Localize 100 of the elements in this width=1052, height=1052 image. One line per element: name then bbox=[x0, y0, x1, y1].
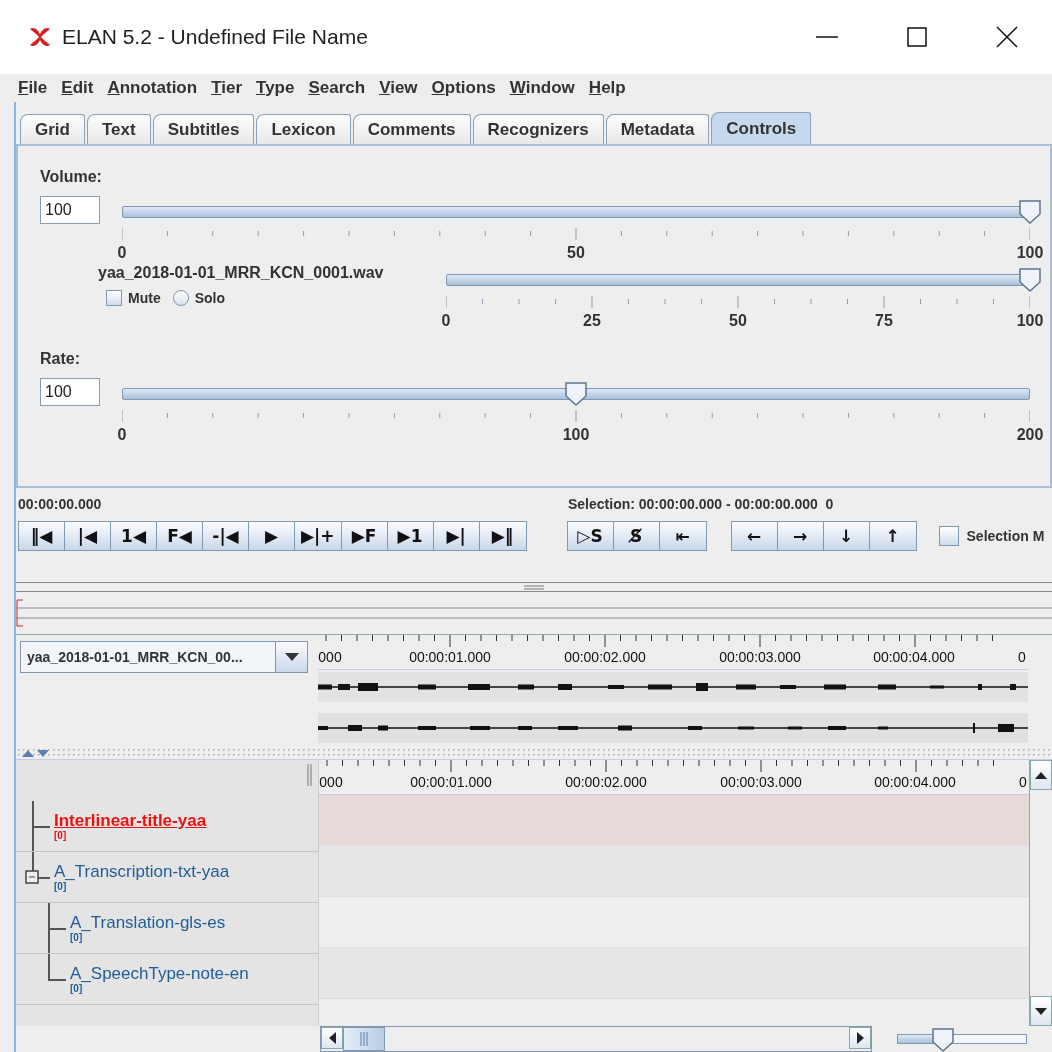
time-label: 0 bbox=[1019, 774, 1027, 790]
menu-item[interactable]: Edit bbox=[61, 78, 94, 98]
rate-field[interactable]: 100 bbox=[40, 378, 100, 406]
transport-button[interactable]: ▶ bbox=[249, 522, 295, 550]
transport-button[interactable]: ▶|+ bbox=[295, 522, 342, 550]
selection-button[interactable]: S̸ bbox=[613, 522, 660, 550]
transport-button[interactable]: -|◀ bbox=[203, 522, 249, 550]
scroll-thumb[interactable] bbox=[343, 1027, 385, 1051]
tier-name[interactable]: A_Translation-gls-es bbox=[70, 913, 226, 932]
selection-button[interactable]: ⇤ bbox=[659, 522, 706, 550]
menu-item[interactable]: File bbox=[18, 78, 48, 98]
scroll-left-button[interactable] bbox=[321, 1027, 343, 1049]
track-name: yaa_2018-01-01_MRR_KCN_0001.wav bbox=[98, 264, 385, 282]
solo-label: Solo bbox=[194, 290, 225, 306]
slider-thumb[interactable] bbox=[564, 381, 588, 407]
right-triangle-icon[interactable] bbox=[856, 1032, 864, 1044]
tick-label: 0 bbox=[117, 426, 127, 444]
annotation-count: [0] bbox=[54, 830, 68, 841]
transport-button[interactable]: |◀ bbox=[65, 522, 111, 550]
scroll-down-button[interactable] bbox=[1030, 996, 1052, 1026]
tier-name[interactable]: A_SpeechType-note-en bbox=[70, 964, 249, 983]
tab[interactable]: Lexicon bbox=[256, 114, 351, 144]
resize-handle-icon[interactable] bbox=[307, 764, 312, 786]
selection-mode-label: Selection M bbox=[966, 528, 1045, 544]
volume-label: Volume: bbox=[40, 168, 102, 186]
time-label: 0 bbox=[1018, 649, 1026, 665]
time-label: 00:00:01.000 bbox=[409, 649, 491, 665]
tick-label: 0 bbox=[441, 312, 451, 330]
menu-item[interactable]: Tier bbox=[211, 78, 242, 98]
tick-label: 100 bbox=[562, 426, 590, 444]
time-label: 00:00:03.000 bbox=[719, 649, 801, 665]
transport-button[interactable]: ▶| bbox=[433, 522, 480, 550]
navigation-button[interactable]: ↓ bbox=[823, 522, 870, 550]
transport-button[interactable]: ▶‖ bbox=[479, 522, 526, 550]
mute-label: Mute bbox=[128, 290, 161, 306]
scroll-right-button[interactable] bbox=[849, 1027, 871, 1049]
tree-line bbox=[48, 903, 68, 953]
mute-checkbox[interactable] bbox=[106, 290, 122, 306]
menu-item[interactable]: Options bbox=[431, 78, 496, 98]
annotation-count: [0] bbox=[54, 881, 68, 892]
tab[interactable]: Metadata bbox=[605, 114, 710, 144]
tier-name[interactable]: Interlinear-title-yaa bbox=[54, 811, 207, 830]
horizontal-scrollbar[interactable] bbox=[320, 1026, 872, 1052]
down-arrow-icon[interactable] bbox=[37, 749, 49, 757]
time-label: 00:00:04.000 bbox=[874, 774, 956, 790]
menu-item[interactable]: Help bbox=[588, 78, 626, 98]
menu-item[interactable]: Annotation bbox=[107, 78, 198, 98]
slider-thumb[interactable] bbox=[1018, 267, 1042, 293]
time-label: 00:00:02.000 bbox=[564, 649, 646, 665]
tab[interactable]: Grid bbox=[20, 114, 85, 144]
time-label: 000 bbox=[319, 774, 343, 790]
tick-label: 0 bbox=[117, 244, 127, 262]
transport-button[interactable]: ‖◀ bbox=[19, 522, 65, 550]
close-icon[interactable] bbox=[996, 26, 1018, 48]
transport-button[interactable]: ▶1 bbox=[387, 522, 434, 550]
media-dropdown[interactable]: yaa_2018-01-01_MRR_KCN_00... bbox=[20, 641, 308, 673]
up-triangle-icon[interactable] bbox=[1035, 771, 1047, 779]
volume-field[interactable]: 100 bbox=[40, 196, 100, 224]
transport-button[interactable]: F◀ bbox=[157, 522, 203, 550]
time-label: 000 bbox=[318, 649, 342, 665]
tick-label: 75 bbox=[875, 312, 893, 330]
tab[interactable]: Recognizers bbox=[472, 114, 604, 144]
time-label: 00:00:01.000 bbox=[410, 774, 492, 790]
slider-thumb[interactable] bbox=[1018, 199, 1042, 225]
tab[interactable]: Text bbox=[86, 114, 151, 144]
transport-button[interactable]: 1◀ bbox=[111, 522, 157, 550]
menu-item[interactable]: Search bbox=[308, 78, 366, 98]
maximize-icon[interactable] bbox=[907, 27, 927, 47]
tab[interactable]: Controls bbox=[711, 112, 812, 144]
navigation-button[interactable]: ← bbox=[731, 522, 778, 550]
navigation-button[interactable]: → bbox=[777, 522, 824, 550]
collapse-icon[interactable] bbox=[25, 870, 39, 884]
menu-item[interactable]: View bbox=[379, 78, 418, 98]
selection-mode-checkbox[interactable] bbox=[938, 526, 959, 546]
tick-label: 50 bbox=[729, 312, 747, 330]
tick-label: 200 bbox=[1016, 426, 1044, 444]
scroll-up-button[interactable] bbox=[1030, 760, 1052, 790]
time-label: 00:00:04.000 bbox=[873, 649, 955, 665]
tree-line bbox=[32, 801, 52, 851]
time-label: 00:00:02.000 bbox=[565, 774, 647, 790]
tick-label: 100 bbox=[1016, 312, 1044, 330]
annotation-count: [0] bbox=[70, 932, 84, 943]
tier-name[interactable]: A_Transcription-txt-yaa bbox=[54, 862, 230, 881]
solo-radio[interactable] bbox=[172, 290, 189, 306]
minimize-icon[interactable] bbox=[816, 35, 838, 39]
left-triangle-icon[interactable] bbox=[328, 1032, 336, 1044]
transport-button[interactable]: ▶F bbox=[341, 522, 388, 550]
menu-item[interactable]: Type bbox=[256, 78, 295, 98]
tab[interactable]: Comments bbox=[352, 114, 471, 144]
tick-label: 50 bbox=[567, 244, 585, 262]
tab[interactable]: Subtitles bbox=[152, 114, 255, 144]
down-triangle-icon[interactable] bbox=[1035, 1007, 1047, 1015]
rate-label: Rate: bbox=[40, 350, 80, 368]
splitter-grip-icon[interactable] bbox=[524, 584, 544, 590]
slider-thumb[interactable] bbox=[931, 1027, 956, 1052]
menu-item[interactable]: Window bbox=[509, 78, 575, 98]
up-arrow-icon[interactable] bbox=[22, 749, 34, 757]
selection-button[interactable]: ▷S bbox=[567, 522, 614, 550]
logo-icon bbox=[28, 26, 52, 48]
navigation-button[interactable]: ↑ bbox=[869, 522, 916, 550]
